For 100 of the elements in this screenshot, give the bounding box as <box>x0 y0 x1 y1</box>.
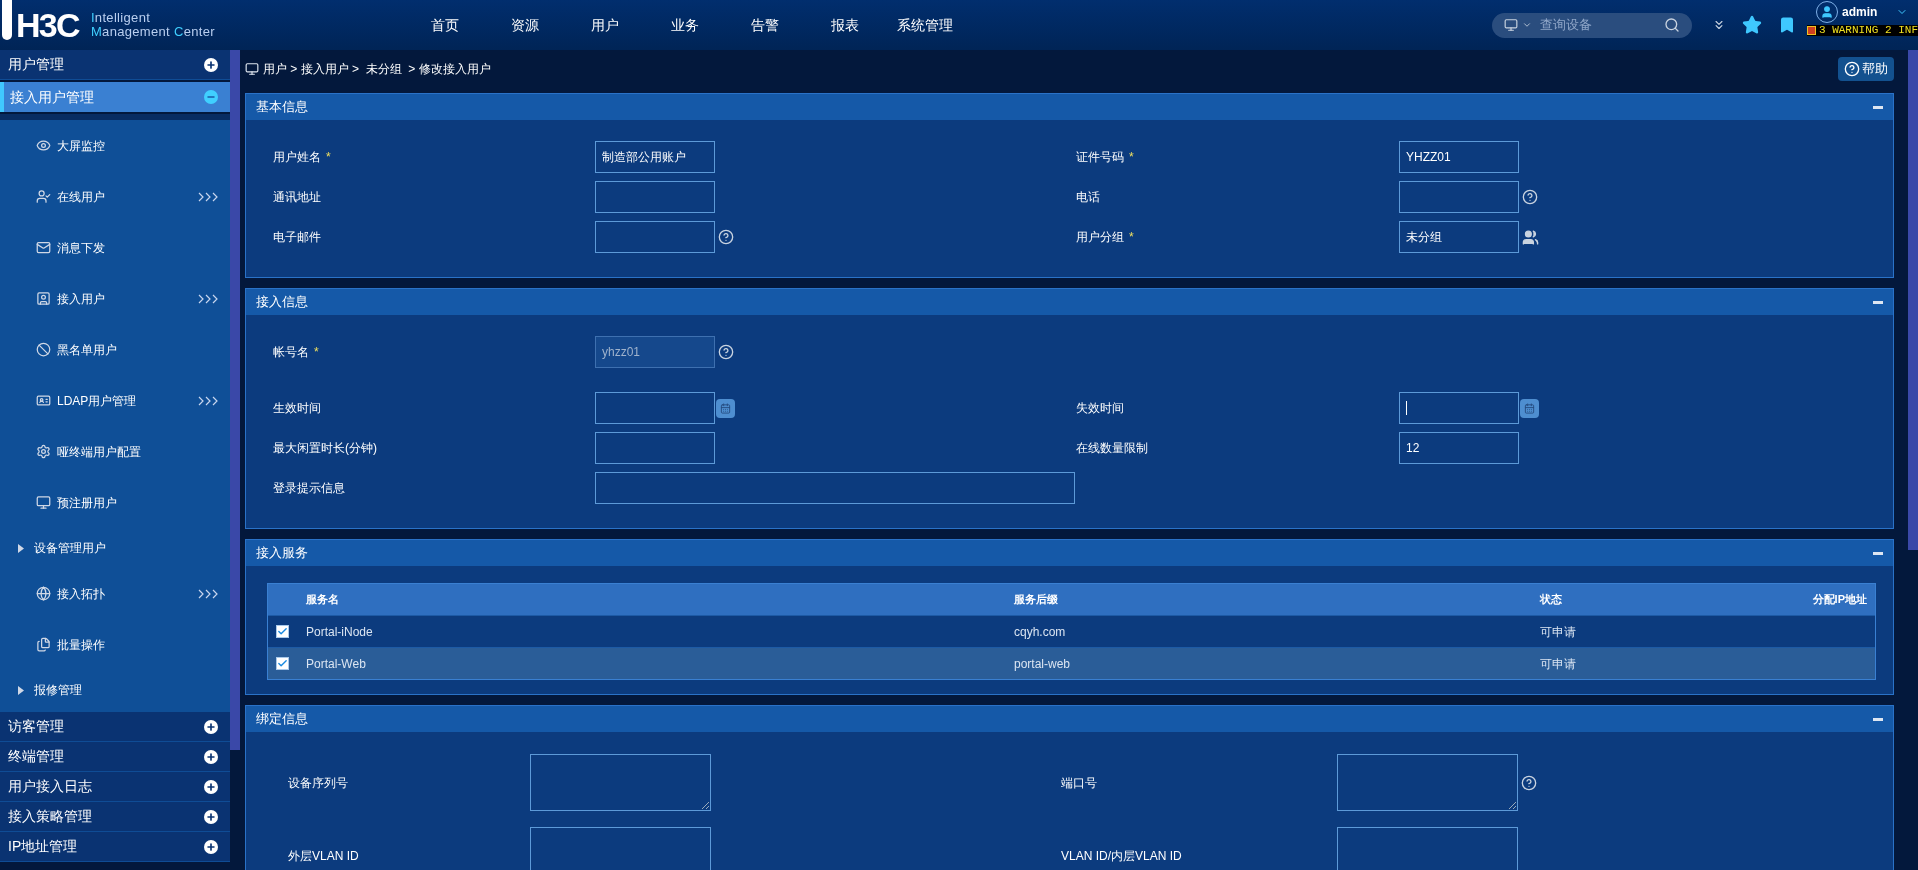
table-cell-text: cqyh.com <box>1014 623 1067 641</box>
chevrons-down-icon[interactable] <box>1712 18 1726 32</box>
field-label: 证件号码 <box>1076 149 1124 166</box>
search-field[interactable]: 查询设备 <box>1540 15 1660 35</box>
input-field[interactable] <box>595 432 715 464</box>
nav-link[interactable]: 资源 <box>485 14 565 36</box>
files-icon <box>36 637 51 652</box>
help-icon[interactable] <box>718 229 734 245</box>
resize-handle-icon[interactable] <box>1509 802 1516 809</box>
calendar-icon[interactable] <box>716 398 735 418</box>
sidebar-group[interactable]: 接入策略管理 <box>0 802 230 832</box>
logo-text: Intelligent <box>90 11 152 25</box>
nav-link[interactable]: 告警 <box>725 14 805 36</box>
ban-icon <box>36 342 51 357</box>
sidebar-item[interactable]: 哑终端用户配置 <box>0 426 230 477</box>
sidebar-group[interactable]: 接入用户管理 <box>0 82 230 112</box>
resize-handle-icon[interactable] <box>702 802 709 809</box>
user-name[interactable]: admin <box>1842 6 1892 18</box>
input-field[interactable]: 制造部公用账户 <box>595 141 715 173</box>
sidebar-item[interactable]: 接入拓扑 <box>0 568 230 619</box>
expand-icon[interactable] <box>204 749 218 764</box>
search-bar[interactable]: 查询设备 <box>1492 12 1692 38</box>
gear-icon <box>36 444 51 459</box>
text-area[interactable] <box>1337 827 1518 870</box>
field-label: 帐号名 <box>273 344 309 361</box>
panel-header: 接入服务 <box>246 540 1893 566</box>
input-field[interactable] <box>1399 181 1519 213</box>
input-field[interactable] <box>595 392 715 424</box>
nav-link[interactable]: 用户 <box>565 14 645 36</box>
page-scrollbar[interactable] <box>1908 50 1918 550</box>
sidebar-item[interactable]: 批量操作 <box>0 619 230 670</box>
required-mark: * <box>1129 149 1134 166</box>
device-icon[interactable] <box>1504 18 1518 32</box>
column-header: 服务名 <box>306 592 340 608</box>
sidebar-item[interactable]: 接入用户 <box>0 273 230 324</box>
sidebar-group[interactable]: 用户管理 <box>0 50 230 80</box>
input-field[interactable]: 未分组 <box>1399 221 1519 253</box>
table-row[interactable]: Portal-Web portal-web 可申请 <box>268 647 1875 679</box>
expand-icon[interactable] <box>204 779 218 794</box>
text-area[interactable] <box>530 827 711 870</box>
table-cell-text: portal-web <box>1014 655 1072 673</box>
sidebar-item[interactable]: 大屏监控 <box>0 120 230 171</box>
checkbox[interactable] <box>276 657 289 670</box>
triangle-icon <box>18 685 24 695</box>
sidebar-item[interactable]: LDAP用户管理 <box>0 375 230 426</box>
collapse-icon[interactable] <box>1873 105 1883 109</box>
sidebar-folder[interactable]: 设备管理用户 <box>0 528 230 568</box>
bookmark-icon[interactable] <box>1778 16 1796 34</box>
sidebar-item[interactable]: 黑名单用户 <box>0 324 230 375</box>
star-icon[interactable] <box>1742 15 1762 35</box>
sidebar-item[interactable]: 在线用户 <box>0 171 230 222</box>
sidebar-item[interactable]: 消息下发 <box>0 222 230 273</box>
help-icon[interactable] <box>1522 189 1538 205</box>
help-button[interactable]: 帮助 <box>1838 56 1894 81</box>
user-monitor-icon <box>245 61 259 76</box>
nav-link[interactable]: 报表 <box>805 14 885 36</box>
text-area[interactable] <box>530 754 711 811</box>
sidebar-group[interactable]: 访客管理 <box>0 712 230 742</box>
table-cell-text: Portal-Web <box>306 655 367 673</box>
collapse-icon[interactable] <box>1873 551 1883 555</box>
sidebar-group[interactable]: IP地址管理 <box>0 832 230 862</box>
expand-icon[interactable] <box>204 57 218 72</box>
field-label: 电子邮件 <box>273 229 321 246</box>
collapse-icon[interactable] <box>1873 717 1883 721</box>
column-header: 服务后缀 <box>1014 592 1059 608</box>
sidebar-group[interactable]: 终端管理 <box>0 742 230 772</box>
checkbox[interactable] <box>276 625 289 638</box>
field-label: 生效时间 <box>273 400 321 417</box>
sidebar-folder[interactable]: 报修管理 <box>0 670 230 710</box>
sidebar-item[interactable]: 预注册用户 <box>0 477 230 528</box>
group-icon[interactable] <box>1522 228 1539 246</box>
field-label: 外层VLAN ID <box>288 847 359 865</box>
nav-link[interactable]: 业务 <box>645 14 725 36</box>
field-label: 设备序列号 <box>288 774 348 792</box>
caret-icon[interactable] <box>1522 20 1532 30</box>
input-field[interactable] <box>595 472 1075 504</box>
expand-icon[interactable] <box>204 809 218 824</box>
input-field[interactable]: YHZZ01 <box>1399 141 1519 173</box>
text-area[interactable] <box>1337 754 1518 811</box>
calendar-icon[interactable] <box>1520 398 1539 418</box>
collapse-icon[interactable] <box>1873 300 1883 304</box>
sidebar-group[interactable]: 用户接入日志 <box>0 772 230 802</box>
search-icon[interactable] <box>1664 17 1680 33</box>
required-mark: * <box>314 344 319 361</box>
input-field[interactable] <box>595 221 715 253</box>
input-field[interactable]: 12 <box>1399 432 1519 464</box>
input-field[interactable] <box>1399 392 1519 424</box>
help-icon[interactable] <box>1521 774 1537 791</box>
nav-link[interactable]: 系统管理 <box>885 14 965 36</box>
field-label: 最大闲置时长(分钟) <box>273 440 377 457</box>
sidebar-scrollbar[interactable] <box>230 50 240 750</box>
field-label: 电话 <box>1076 189 1100 206</box>
input-field[interactable] <box>595 181 715 213</box>
field-label: 失效时间 <box>1076 400 1124 417</box>
nav-link[interactable]: 首页 <box>405 14 485 36</box>
globe-icon <box>36 586 51 601</box>
required-mark: * <box>326 149 331 166</box>
expand-icon[interactable] <box>204 839 218 854</box>
collapse-icon[interactable] <box>204 90 218 104</box>
expand-icon[interactable] <box>204 719 218 734</box>
